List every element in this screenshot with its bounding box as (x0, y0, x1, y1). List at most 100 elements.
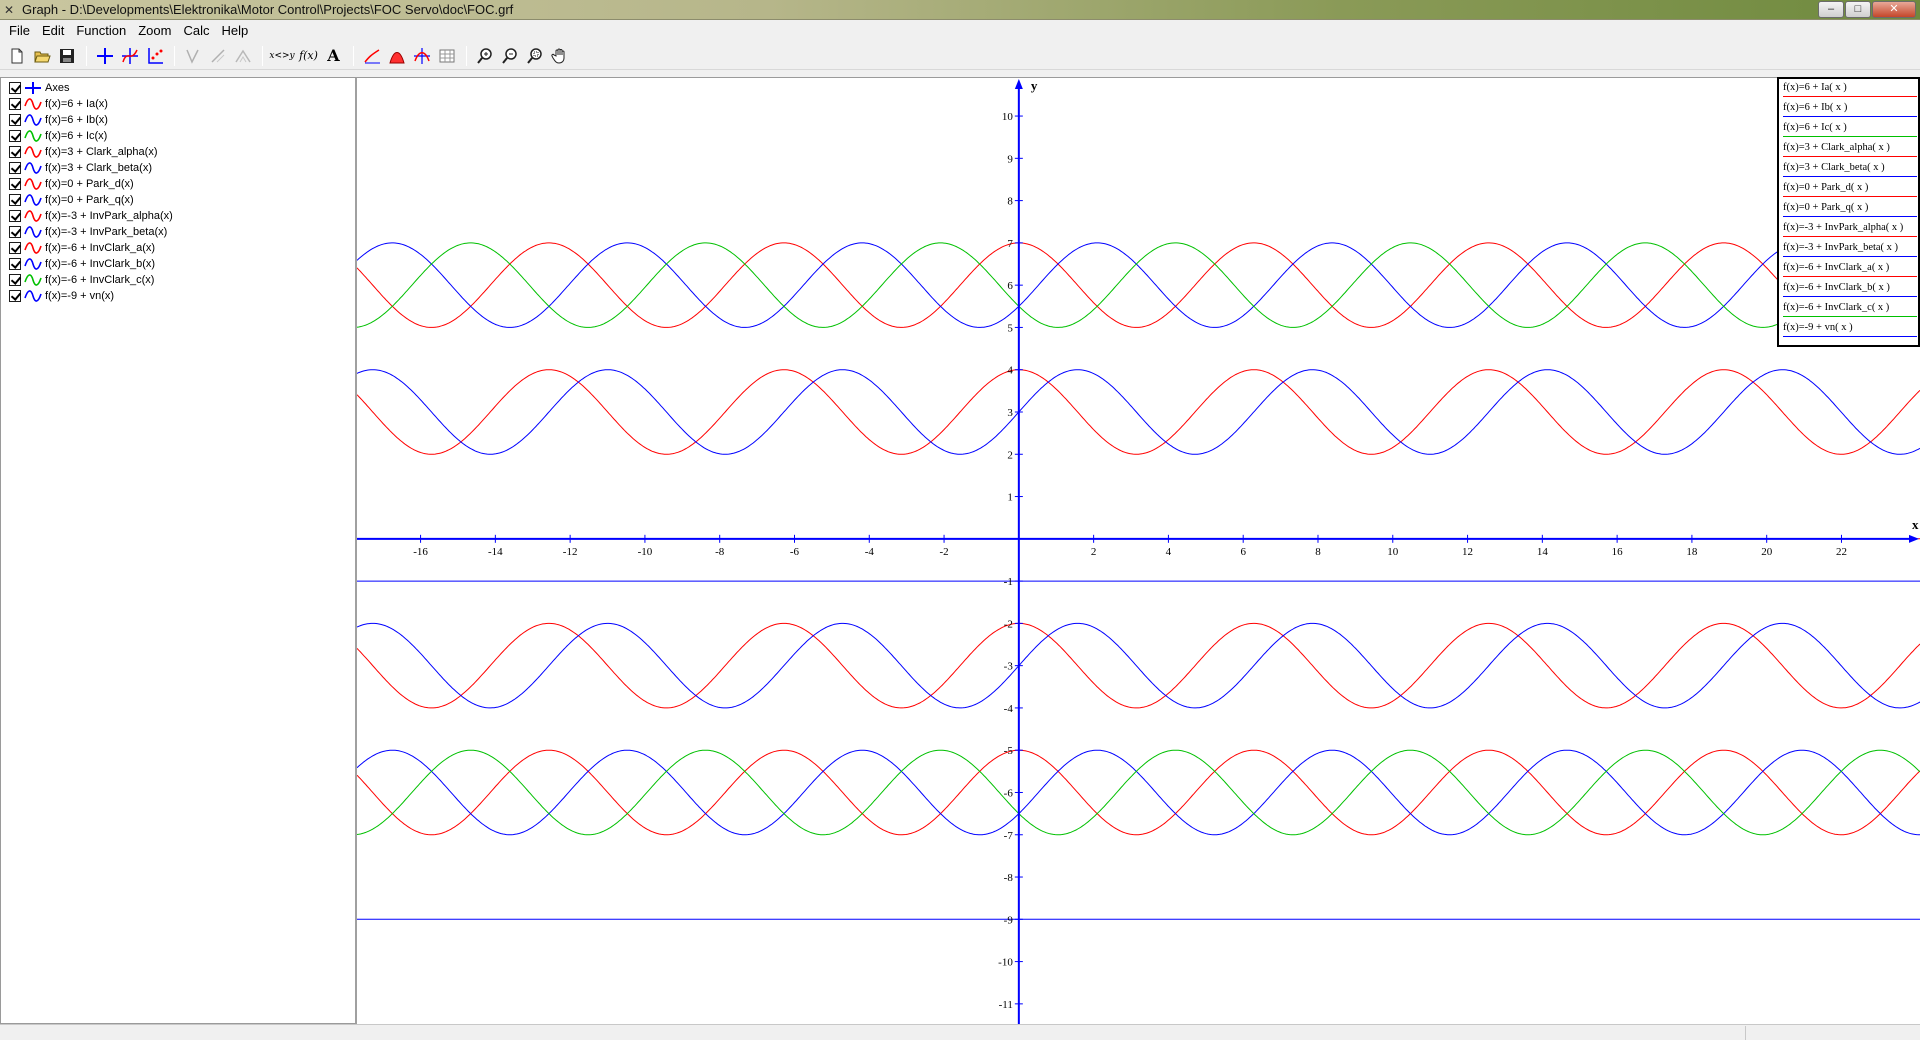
legend[interactable]: f(x)=6 + Ia( x ) f(x)=6 + Ib( x ) f(x)=6 +… (1777, 77, 1920, 347)
trendline-icon[interactable] (360, 45, 383, 67)
function-list-item[interactable]: f(x)=-6 + InvClark_b(x) (1, 256, 355, 272)
pan-hand-icon[interactable] (548, 45, 571, 67)
text-icon[interactable]: A (322, 45, 345, 67)
function-list-item[interactable]: f(x)=-6 + InvClark_c(x) (1, 272, 355, 288)
visibility-checkbox[interactable] (9, 82, 21, 94)
legend-label: f(x)=-3 + InvPark_alpha( x ) (1783, 222, 1904, 233)
app-icon[interactable]: ✕ (4, 3, 18, 17)
relation-icon[interactable] (231, 45, 254, 67)
legend-line-swatch (1783, 136, 1917, 137)
function-list-item[interactable]: f(x)=-9 + vn(x) (1, 288, 355, 304)
visibility-checkbox[interactable] (9, 178, 21, 190)
series-line (357, 622, 1920, 709)
fx-icon[interactable]: f(x) (297, 45, 320, 67)
series-line (357, 242, 1920, 328)
graph-icon (24, 114, 42, 126)
y-tick-label: -6 (1004, 787, 1014, 799)
minimize-button[interactable]: – (1818, 1, 1844, 18)
evaluate-icon[interactable] (410, 45, 433, 67)
insert-function-icon[interactable] (118, 45, 141, 67)
maximize-button[interactable]: □ (1845, 1, 1871, 18)
series-line (357, 749, 1920, 836)
y-tick-label: -4 (1004, 703, 1014, 715)
function-list-item[interactable]: f(x)=-3 + InvPark_alpha(x) (1, 208, 355, 224)
legend-line-swatch (1783, 216, 1917, 217)
x-tick-label: -8 (715, 546, 725, 558)
graph-icon (24, 258, 42, 270)
graph-icon (24, 194, 42, 206)
legend-line-swatch (1783, 336, 1917, 337)
function-list-item[interactable]: f(x)=3 + Clark_beta(x) (1, 160, 355, 176)
visibility-checkbox[interactable] (9, 194, 21, 206)
swap-xy-label: x<>y (269, 50, 295, 61)
legend-entry: f(x)=6 + Ic( x ) (1783, 121, 1917, 141)
menu-function[interactable]: Function (70, 21, 132, 41)
legend-entry: f(x)=0 + Park_d( x ) (1783, 181, 1917, 201)
x-tick-label: -2 (939, 546, 948, 558)
function-list-item[interactable]: Axes (1, 80, 355, 96)
function-list-label: f(x)=0 + Park_d(x) (45, 178, 134, 190)
graph-canvas[interactable]: -16 -14 -12 -10 -8 -6 -4 -2 2 4 6 8 10 12 14 16 18 20 2210… (357, 78, 1920, 1024)
zoom-window-icon[interactable] (523, 45, 546, 67)
y-tick-label: 6 (1007, 280, 1013, 292)
legend-label: f(x)=-6 + InvClark_c( x ) (1783, 302, 1890, 313)
legend-entry: f(x)=6 + Ia( x ) (1783, 81, 1917, 101)
insert-axes-icon[interactable] (93, 45, 116, 67)
function-list-item[interactable]: f(x)=-6 + InvClark_a(x) (1, 240, 355, 256)
swap-xy-icon[interactable]: x<>y (269, 45, 295, 67)
menu-zoom[interactable]: Zoom (132, 21, 177, 41)
legend-label: f(x)=-6 + InvClark_a( x ) (1783, 262, 1890, 273)
menu-help[interactable]: Help (215, 21, 254, 41)
legend-label: f(x)=6 + Ia( x ) (1783, 82, 1847, 93)
new-icon[interactable] (5, 45, 28, 67)
tangent-icon[interactable] (181, 45, 204, 67)
visibility-checkbox[interactable] (9, 258, 21, 270)
function-list-item[interactable]: f(x)=0 + Park_q(x) (1, 192, 355, 208)
legend-label: f(x)=-9 + vn( x ) (1783, 322, 1853, 333)
graph-plot-area[interactable]: -16 -14 -12 -10 -8 -6 -4 -2 2 4 6 8 10 12 14 16 18 20 22 10… (357, 77, 1920, 1024)
visibility-checkbox[interactable] (9, 242, 21, 254)
visibility-checkbox[interactable] (9, 210, 21, 222)
x-tick-label: -16 (413, 546, 428, 558)
visibility-checkbox[interactable] (9, 290, 21, 302)
graph-icon (24, 274, 42, 286)
toolbar-separator (466, 45, 467, 66)
function-list-item[interactable]: f(x)=6 + Ia(x) (1, 96, 355, 112)
visibility-checkbox[interactable] (9, 226, 21, 238)
shading-icon[interactable] (206, 45, 229, 67)
function-list-item[interactable]: f(x)=6 + Ib(x) (1, 112, 355, 128)
save-icon[interactable] (55, 45, 78, 67)
status-pane (1745, 1026, 1920, 1040)
series-line (357, 749, 1920, 836)
graph-icon (24, 226, 42, 238)
menu-edit[interactable]: Edit (36, 21, 70, 41)
visibility-checkbox[interactable] (9, 98, 21, 110)
open-icon[interactable] (30, 45, 53, 67)
x-tick-label: 20 (1761, 546, 1773, 558)
function-list-item[interactable]: f(x)=0 + Park_d(x) (1, 176, 355, 192)
menu-file[interactable]: File (3, 21, 36, 41)
legend-line-swatch (1783, 256, 1917, 257)
graph-icon (24, 210, 42, 222)
insert-point-series-icon[interactable] (143, 45, 166, 67)
function-list-label: f(x)=0 + Park_q(x) (45, 194, 134, 206)
visibility-checkbox[interactable] (9, 146, 21, 158)
visibility-checkbox[interactable] (9, 162, 21, 174)
series-line (357, 242, 1920, 328)
zoom-out-icon[interactable] (498, 45, 521, 67)
visibility-checkbox[interactable] (9, 274, 21, 286)
visibility-checkbox[interactable] (9, 114, 21, 126)
table-icon[interactable] (435, 45, 458, 67)
legend-line-swatch (1783, 156, 1917, 157)
function-list-item[interactable]: f(x)=6 + Ic(x) (1, 128, 355, 144)
close-button[interactable]: ✕ (1872, 1, 1916, 18)
zoom-in-icon[interactable] (473, 45, 496, 67)
visibility-checkbox[interactable] (9, 130, 21, 142)
menu-calc[interactable]: Calc (177, 21, 215, 41)
x-tick-label: 6 (1240, 546, 1246, 558)
function-list-item[interactable]: f(x)=-3 + InvPark_beta(x) (1, 224, 355, 240)
x-tick-label: 2 (1091, 546, 1097, 558)
function-list-item[interactable]: f(x)=3 + Clark_alpha(x) (1, 144, 355, 160)
area-icon[interactable] (385, 45, 408, 67)
x-tick-label: -10 (638, 546, 653, 558)
